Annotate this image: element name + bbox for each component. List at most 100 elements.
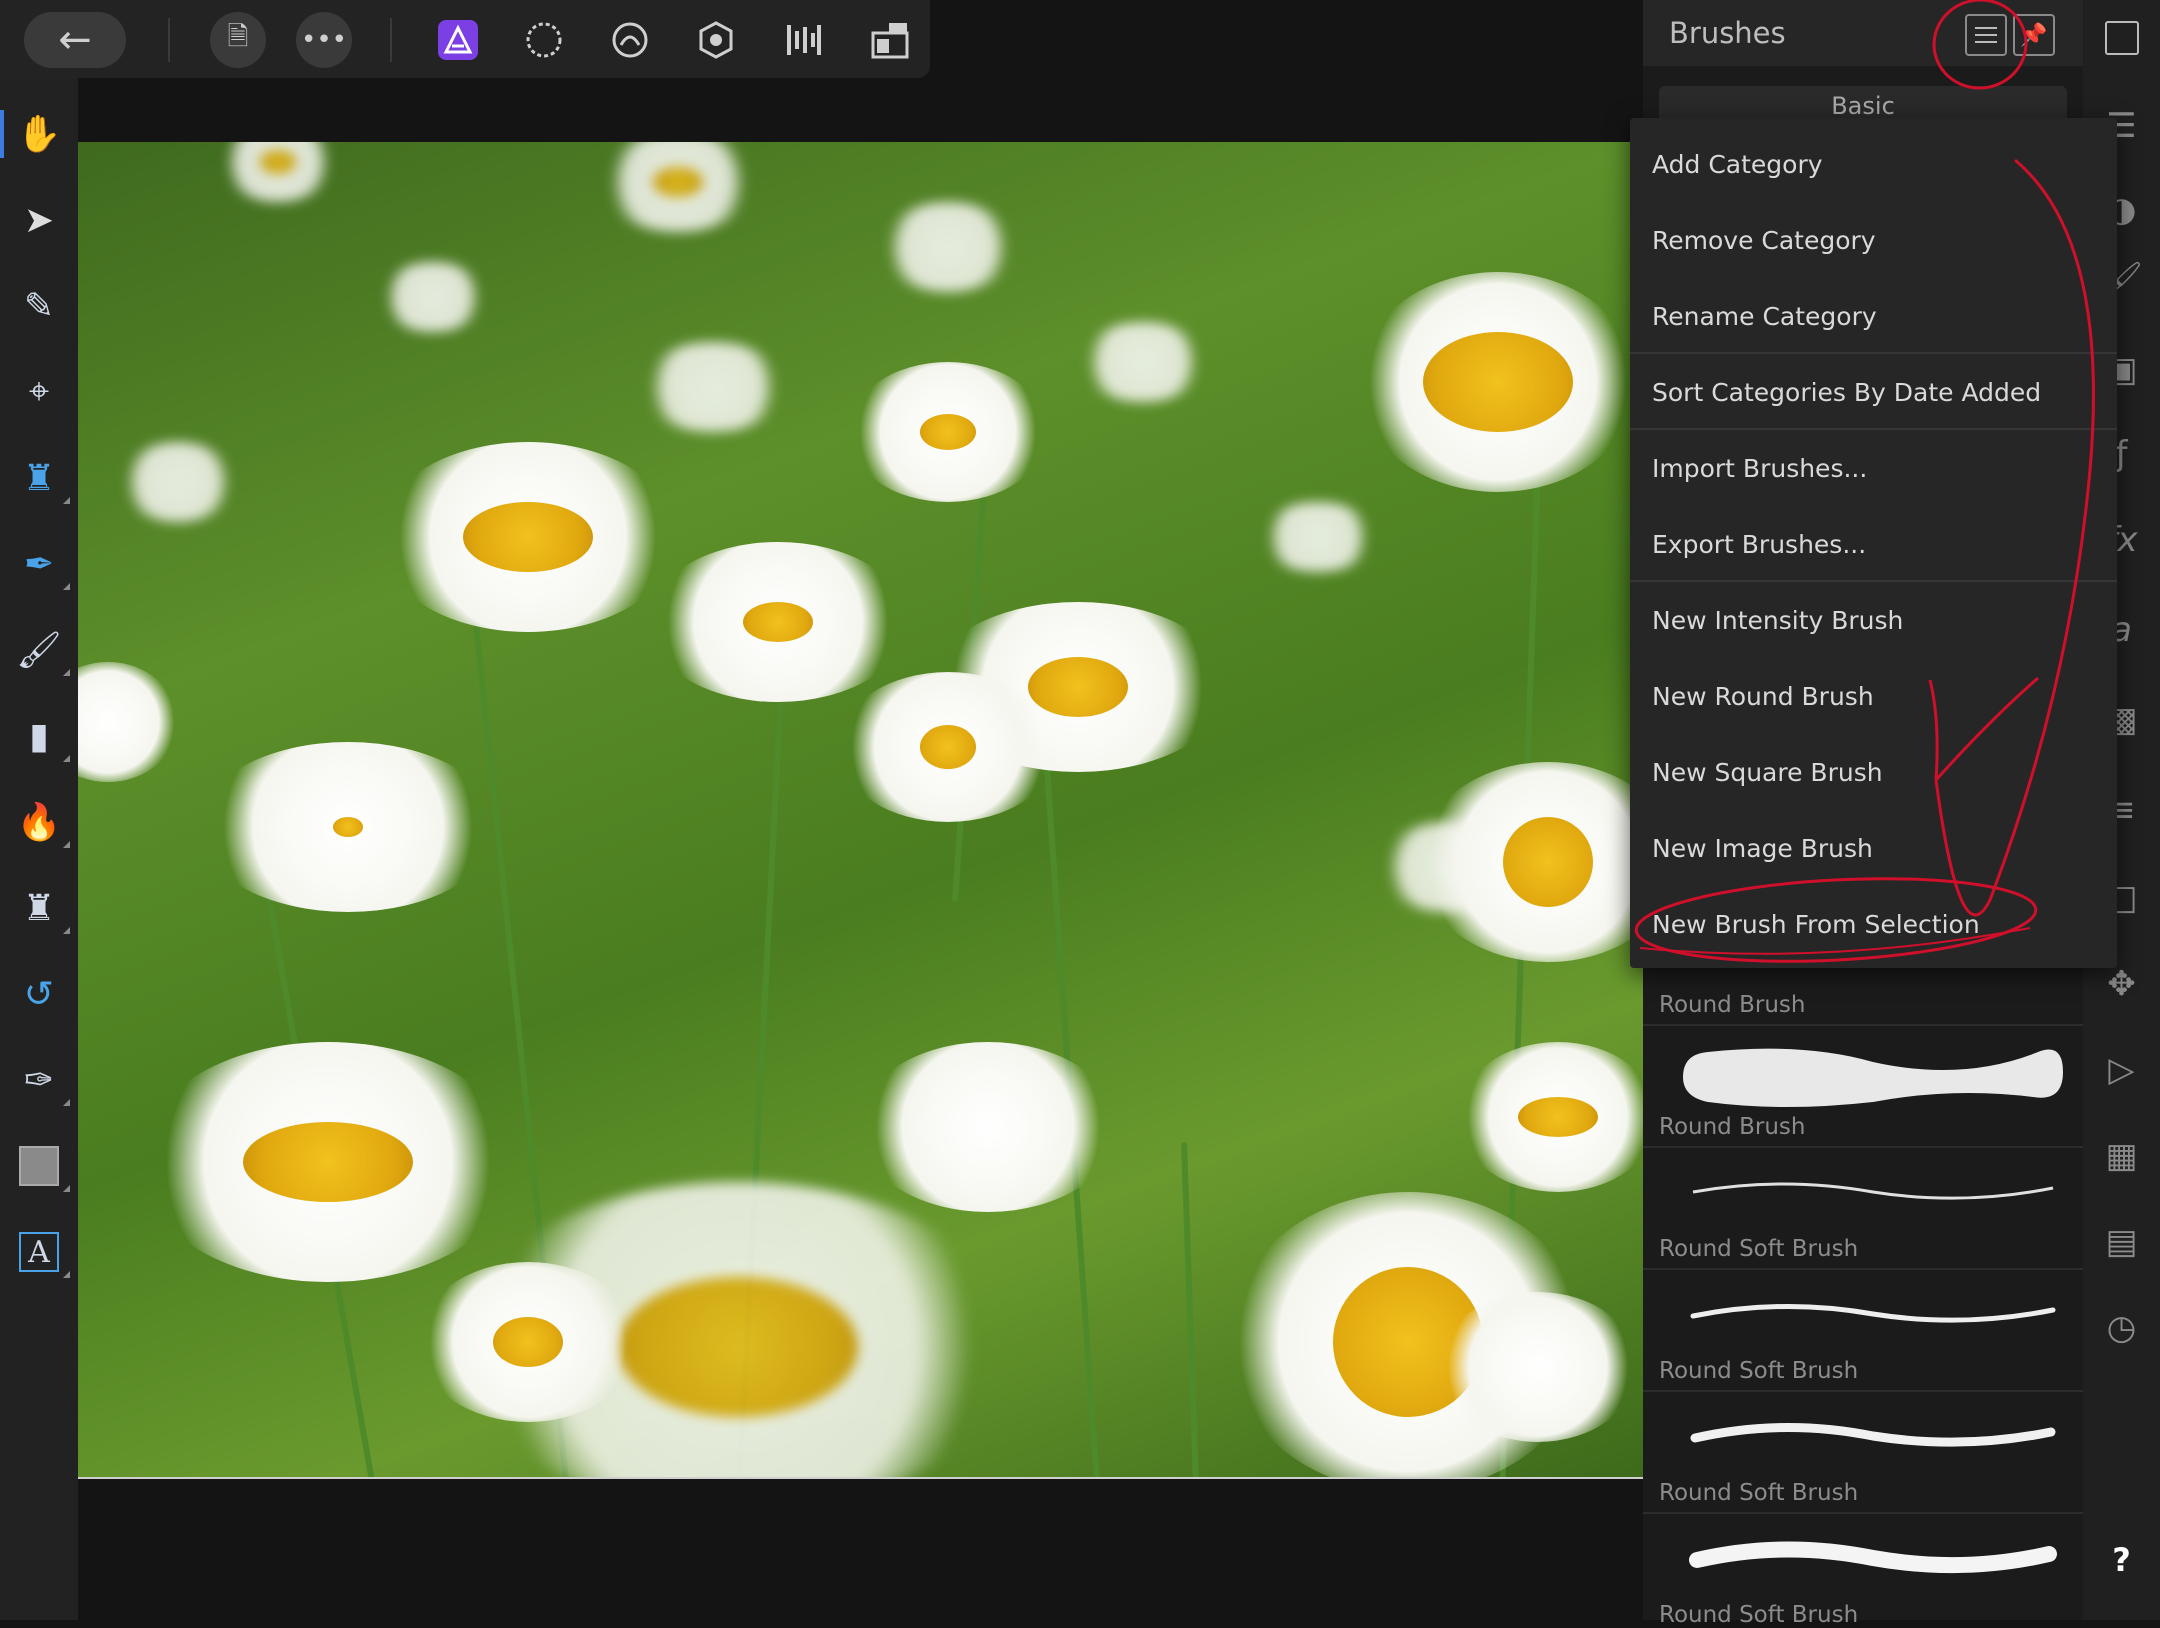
menu-new-brush-from-selection[interactable]: New Brush From Selection <box>1630 886 2117 962</box>
burn-tool[interactable]: 🔥 <box>0 786 78 858</box>
burn-icon: 🔥 <box>16 802 62 843</box>
back-button[interactable]: ← <box>24 12 126 68</box>
top-toolbar: ← 🗎 ••• <box>0 0 930 78</box>
color-picker-tool[interactable]: ✎ <box>0 270 78 342</box>
rectangle-tool[interactable] <box>0 1130 78 1202</box>
brush-item[interactable]: Round Soft Brush <box>1643 1268 2083 1392</box>
hamburger-icon <box>1975 27 1997 29</box>
brush-preview <box>1689 1541 2057 1574</box>
effects-icon: ƒ <box>2115 434 2128 474</box>
pen-icon: ✑ <box>23 1059 55 1101</box>
menu-rename-category[interactable]: Rename Category <box>1630 278 2117 354</box>
panel-title: Brushes <box>1669 16 1786 50</box>
brush-label: Round Soft Brush <box>1659 1480 1859 1506</box>
flood-fill-icon: ♜ <box>22 457 56 499</box>
pin-panel-button[interactable]: 📌 <box>2013 14 2055 56</box>
text-icon: A <box>19 1232 59 1272</box>
ellipsis-icon: ••• <box>300 25 347 55</box>
toolbar-divider <box>390 18 392 62</box>
flood-fill-tool[interactable]: ♜ <box>0 442 78 514</box>
arrow-left-icon: ← <box>58 17 92 63</box>
fullscreen-icon <box>2104 21 2139 55</box>
brush-label: Round Soft Brush <box>1659 1602 1859 1628</box>
develop-persona-icon <box>612 22 648 58</box>
histogram-button[interactable]: ▤ <box>2083 1212 2160 1272</box>
history-button[interactable]: ◷ <box>2083 1298 2160 1358</box>
document-canvas[interactable] <box>78 142 1643 1479</box>
menu-new-image-brush[interactable]: New Image Brush <box>1630 810 2117 886</box>
menu-import-brushes[interactable]: Import Brushes... <box>1630 430 2117 506</box>
selection-brush-icon: ✒ <box>23 543 55 585</box>
crop-tool[interactable]: ⌖ <box>0 356 78 428</box>
brushes-context-menu: Add Category Remove Category Rename Cate… <box>1630 118 2117 968</box>
panel-menu-button[interactable] <box>1965 14 2007 56</box>
brush-preview <box>1683 1048 2063 1107</box>
pin-icon: 📌 <box>2020 22 2048 48</box>
photo-persona-icon <box>438 20 478 60</box>
tone-mapping-persona-icon <box>699 21 733 59</box>
erase-brush-tool[interactable]: ▮ <box>0 700 78 772</box>
brush-preview <box>1690 1304 2056 1323</box>
liquify-persona-button[interactable] <box>516 12 572 68</box>
brush-item[interactable]: Round Soft Brush <box>1643 1512 2083 1628</box>
paint-brush-icon: 🖌 <box>16 630 62 671</box>
export-persona-icon <box>787 25 821 55</box>
macro-button[interactable]: ▷ <box>2083 1040 2160 1100</box>
clone-tool[interactable]: ♜ <box>0 872 78 944</box>
selection-brush-tool[interactable]: ✒ <box>0 528 78 600</box>
brushes-panel-header: Brushes 📌 <box>1643 0 2083 66</box>
color-picker-icon: ✎ <box>23 285 55 327</box>
erase-brush-icon: ▮ <box>29 715 49 757</box>
fullscreen-button[interactable] <box>2083 8 2160 68</box>
category-label: Basic <box>1831 92 1895 120</box>
help-icon: ? <box>2112 1541 2131 1579</box>
menu-export-brushes[interactable]: Export Brushes... <box>1630 506 2117 582</box>
document-button[interactable]: 🗎 <box>210 12 266 68</box>
undo-brush-tool[interactable]: ↺ <box>0 958 78 1030</box>
export-persona-button[interactable] <box>776 12 832 68</box>
menu-new-round-brush[interactable]: New Round Brush <box>1630 658 2117 734</box>
macro-icon: ▷ <box>2108 1050 2135 1090</box>
brush-item[interactable]: Round Soft Brush <box>1643 1146 2083 1270</box>
brush-preview <box>1692 1182 2054 1200</box>
move-icon: ➤ <box>23 199 55 241</box>
menu-new-square-brush[interactable]: New Square Brush <box>1630 734 2117 810</box>
layout-button[interactable] <box>862 12 918 68</box>
photo-persona-button[interactable] <box>430 12 486 68</box>
brush-item[interactable]: Round Soft Brush <box>1643 1390 2083 1514</box>
clone-icon: ♜ <box>22 887 56 929</box>
histogram-icon: ▤ <box>2105 1222 2138 1262</box>
liquify-persona-icon <box>526 22 562 58</box>
menu-add-category[interactable]: Add Category <box>1630 126 2117 202</box>
navigator-icon: ✥ <box>2107 964 2136 1004</box>
grid-icon: ▦ <box>2105 1136 2138 1176</box>
layout-icon <box>871 23 909 59</box>
swatches-button[interactable]: ▦ <box>2083 1126 2160 1186</box>
develop-persona-button[interactable] <box>602 12 658 68</box>
history-icon: ◷ <box>2106 1308 2137 1348</box>
hand-icon: ✋ <box>16 114 62 155</box>
menu-sort-categories[interactable]: Sort Categories By Date Added <box>1630 354 2117 430</box>
help-button[interactable]: ? <box>2083 1530 2160 1590</box>
brush-item[interactable]: Round Brush <box>1643 1024 2083 1148</box>
undo-brush-icon: ↺ <box>23 973 55 1015</box>
pen-tool[interactable]: ✑ <box>0 1044 78 1116</box>
brush-label: Round Brush <box>1659 1114 1806 1140</box>
paint-brush-tool[interactable]: 🖌 <box>0 614 78 686</box>
document-icon: 🗎 <box>227 22 249 52</box>
toolbar-divider <box>168 18 170 62</box>
menu-remove-category[interactable]: Remove Category <box>1630 202 2117 278</box>
brush-preview <box>1690 1423 2056 1447</box>
menu-new-intensity-brush[interactable]: New Intensity Brush <box>1630 582 2117 658</box>
brush-label: Round Soft Brush <box>1659 1236 1859 1262</box>
more-button[interactable]: ••• <box>296 12 352 68</box>
hand-tool[interactable]: ✋ <box>0 98 78 170</box>
tone-mapping-persona-button[interactable] <box>688 12 744 68</box>
rectangle-icon <box>19 1146 59 1186</box>
brush-label: Round Soft Brush <box>1659 1358 1859 1384</box>
text-tool[interactable]: A <box>0 1216 78 1288</box>
crop-icon: ⌖ <box>28 371 50 412</box>
tools-panel: ✋ ➤ ✎ ⌖ ♜ ✒ 🖌 ▮ 🔥 ♜ ↺ ✑ A <box>0 78 78 1620</box>
brush-label: Round Brush <box>1659 992 1806 1018</box>
move-tool[interactable]: ➤ <box>0 184 78 256</box>
